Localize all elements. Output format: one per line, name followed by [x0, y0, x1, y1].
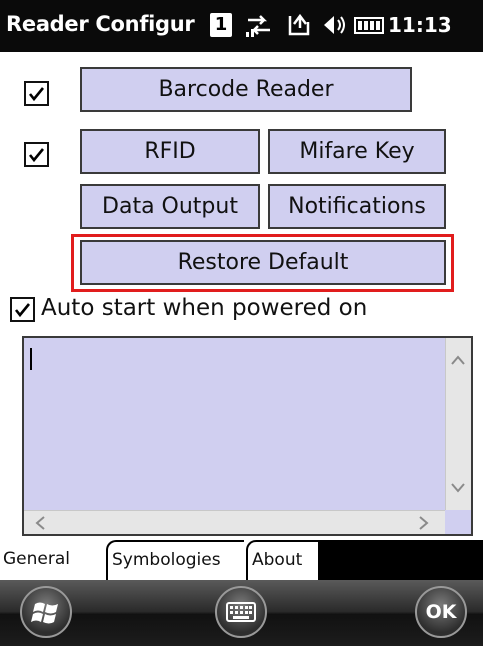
data-output-button[interactable]: Data Output — [80, 184, 260, 229]
scroll-corner — [445, 510, 471, 534]
battery-icon[interactable] — [354, 12, 386, 38]
restore-default-button[interactable]: Restore Default — [80, 240, 446, 285]
text-caret — [30, 348, 32, 370]
connectivity-icon[interactable] — [244, 12, 274, 38]
vertical-scrollbar[interactable] — [445, 338, 471, 510]
keyboard-icon[interactable] — [215, 586, 267, 638]
notification-badge[interactable]: 1 — [210, 13, 232, 37]
scroll-right-icon — [419, 516, 429, 530]
sync-icon[interactable] — [284, 12, 314, 38]
tab-general[interactable]: General — [0, 540, 106, 580]
windows-start-icon[interactable] — [20, 586, 72, 638]
title-bar: Reader Configur 1 11:13 — [0, 0, 483, 52]
tab-symbologies[interactable]: Symbologies — [106, 540, 244, 580]
scroll-up-icon — [451, 355, 465, 365]
volume-icon[interactable] — [320, 12, 350, 38]
checkmark-icon — [14, 303, 31, 318]
tab-about[interactable]: About — [246, 540, 318, 580]
horizontal-scrollbar[interactable] — [24, 510, 445, 534]
ok-button[interactable]: OK — [415, 586, 467, 638]
rfid-button[interactable]: RFID — [80, 129, 260, 174]
scroll-down-icon — [451, 483, 465, 493]
tab-strip-filler — [318, 540, 483, 580]
auto-start-label[interactable]: Auto start when powered on — [41, 295, 367, 321]
bottom-taskbar: OK — [0, 580, 483, 646]
rfid-enable-checkbox[interactable] — [24, 142, 49, 167]
mifare-key-button[interactable]: Mifare Key — [268, 129, 446, 174]
barcode-reader-button[interactable]: Barcode Reader — [80, 67, 412, 112]
tab-strip: General Symbologies About — [0, 540, 483, 580]
clock[interactable]: 11:13 — [388, 13, 452, 37]
auto-start-checkbox[interactable] — [10, 297, 35, 322]
log-textarea[interactable] — [22, 336, 473, 536]
ok-label: OK — [425, 601, 457, 623]
notifications-button[interactable]: Notifications — [268, 184, 446, 229]
barcode-enable-checkbox[interactable] — [24, 81, 49, 106]
window-title: Reader Configur — [6, 12, 195, 36]
checkmark-icon — [28, 87, 45, 102]
checkmark-icon — [28, 148, 45, 163]
scroll-left-icon — [35, 516, 45, 530]
